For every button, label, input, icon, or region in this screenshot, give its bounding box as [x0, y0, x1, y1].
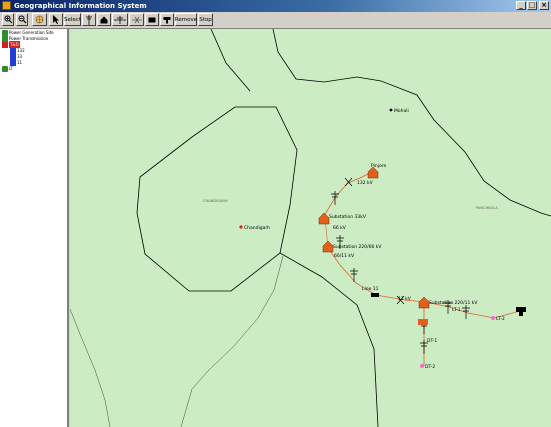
zoom-in-icon: [4, 15, 12, 24]
tower-icon: [350, 268, 358, 282]
layer-tree-panel: Power Generation Site Power Transmission…: [0, 29, 69, 427]
title-bar: Geographical Information System _ □ ×: [0, 0, 551, 12]
consumer-icon: [163, 16, 171, 23]
folder-icon: [2, 41, 8, 48]
line-label: Line 11: [362, 286, 379, 292]
window-title: Geographical Information System: [14, 2, 147, 10]
line-label: LT-2: [496, 316, 505, 322]
line-label: 66/11 kV: [334, 253, 355, 259]
toolbar: Select Remove Stop: [0, 12, 551, 29]
add-tower-button[interactable]: [82, 13, 96, 26]
city-marker-icon[interactable]: [239, 225, 243, 229]
maximize-button[interactable]: □: [527, 1, 537, 10]
road-line-b: [70, 308, 111, 427]
substation-icon[interactable]: [322, 240, 334, 253]
tree-item-label: 11: [17, 60, 23, 65]
add-transformer-button[interactable]: [129, 13, 144, 26]
substation-icon[interactable]: [418, 296, 430, 309]
substation-label: Substation 33kV: [329, 214, 367, 220]
house-icon: [100, 16, 108, 23]
road-line-a: [180, 255, 284, 427]
plant-icon: [2, 65, 8, 72]
town-label: Mohali: [394, 108, 409, 114]
app-icon: [2, 1, 11, 10]
city-label: Chandigarh: [244, 225, 270, 231]
line-label: 66 kV: [333, 225, 347, 231]
add-substation-button[interactable]: [97, 13, 111, 26]
consumer-point-icon[interactable]: [491, 316, 495, 320]
boundary-line-north: [272, 29, 551, 217]
map-canvas[interactable]: Chandigarh Mohali CHANDIGARH PANCHKULA P…: [70, 29, 551, 427]
zoom-in-button[interactable]: [2, 13, 14, 26]
consumer-icon[interactable]: [516, 307, 526, 316]
remove-button[interactable]: Remove: [175, 13, 197, 26]
region-label: PANCHKULA: [476, 206, 498, 210]
substation-label: Substation 220/11 kV: [429, 300, 478, 306]
globe-icon: [35, 15, 44, 24]
transformer-icon: [131, 16, 142, 23]
map-svg[interactable]: Chandigarh Mohali CHANDIGARH PANCHKULA P…: [70, 29, 551, 427]
line-tower-icon: [114, 15, 126, 24]
substation-block-icon[interactable]: [418, 319, 428, 325]
add-line-button[interactable]: [112, 13, 128, 26]
tree-item-lt[interactable]: LT: [2, 65, 13, 72]
tree-item-label: LT: [9, 66, 14, 71]
select-button[interactable]: Select: [64, 13, 81, 26]
boundary-line-nw: [210, 29, 251, 92]
line-label: 11 kV: [398, 296, 412, 302]
tower-icon: [462, 305, 470, 319]
line-label: LT-1: [452, 307, 461, 313]
arrow-pointer-icon: [53, 15, 59, 24]
pointer-button[interactable]: [49, 13, 63, 26]
minimize-button[interactable]: _: [516, 1, 526, 10]
line-label: DT-1: [427, 338, 437, 344]
town-marker-icon[interactable]: [389, 108, 393, 112]
zoom-out-button[interactable]: [16, 13, 28, 26]
zoom-out-icon: [18, 15, 26, 24]
consumer-point-icon[interactable]: [420, 364, 424, 368]
boundary-line-south: [279, 252, 379, 427]
meter-icon: [148, 17, 156, 22]
stop-button[interactable]: Stop: [198, 13, 213, 26]
substation-label: Substation 220/66 kV: [333, 244, 382, 250]
pan-button[interactable]: [32, 13, 47, 26]
add-meter-button[interactable]: [145, 13, 159, 26]
region-label: CHANDIGARH: [203, 199, 228, 203]
add-consumer-button[interactable]: [160, 13, 174, 26]
place-label: Pinjore: [371, 163, 386, 169]
line-label: DT-2: [425, 364, 435, 370]
substation-icon[interactable]: [318, 212, 330, 225]
tower-icon: [86, 14, 92, 25]
close-button[interactable]: ×: [539, 1, 549, 10]
line-label: 132 kV: [357, 180, 374, 186]
meter-icon[interactable]: [371, 293, 379, 297]
